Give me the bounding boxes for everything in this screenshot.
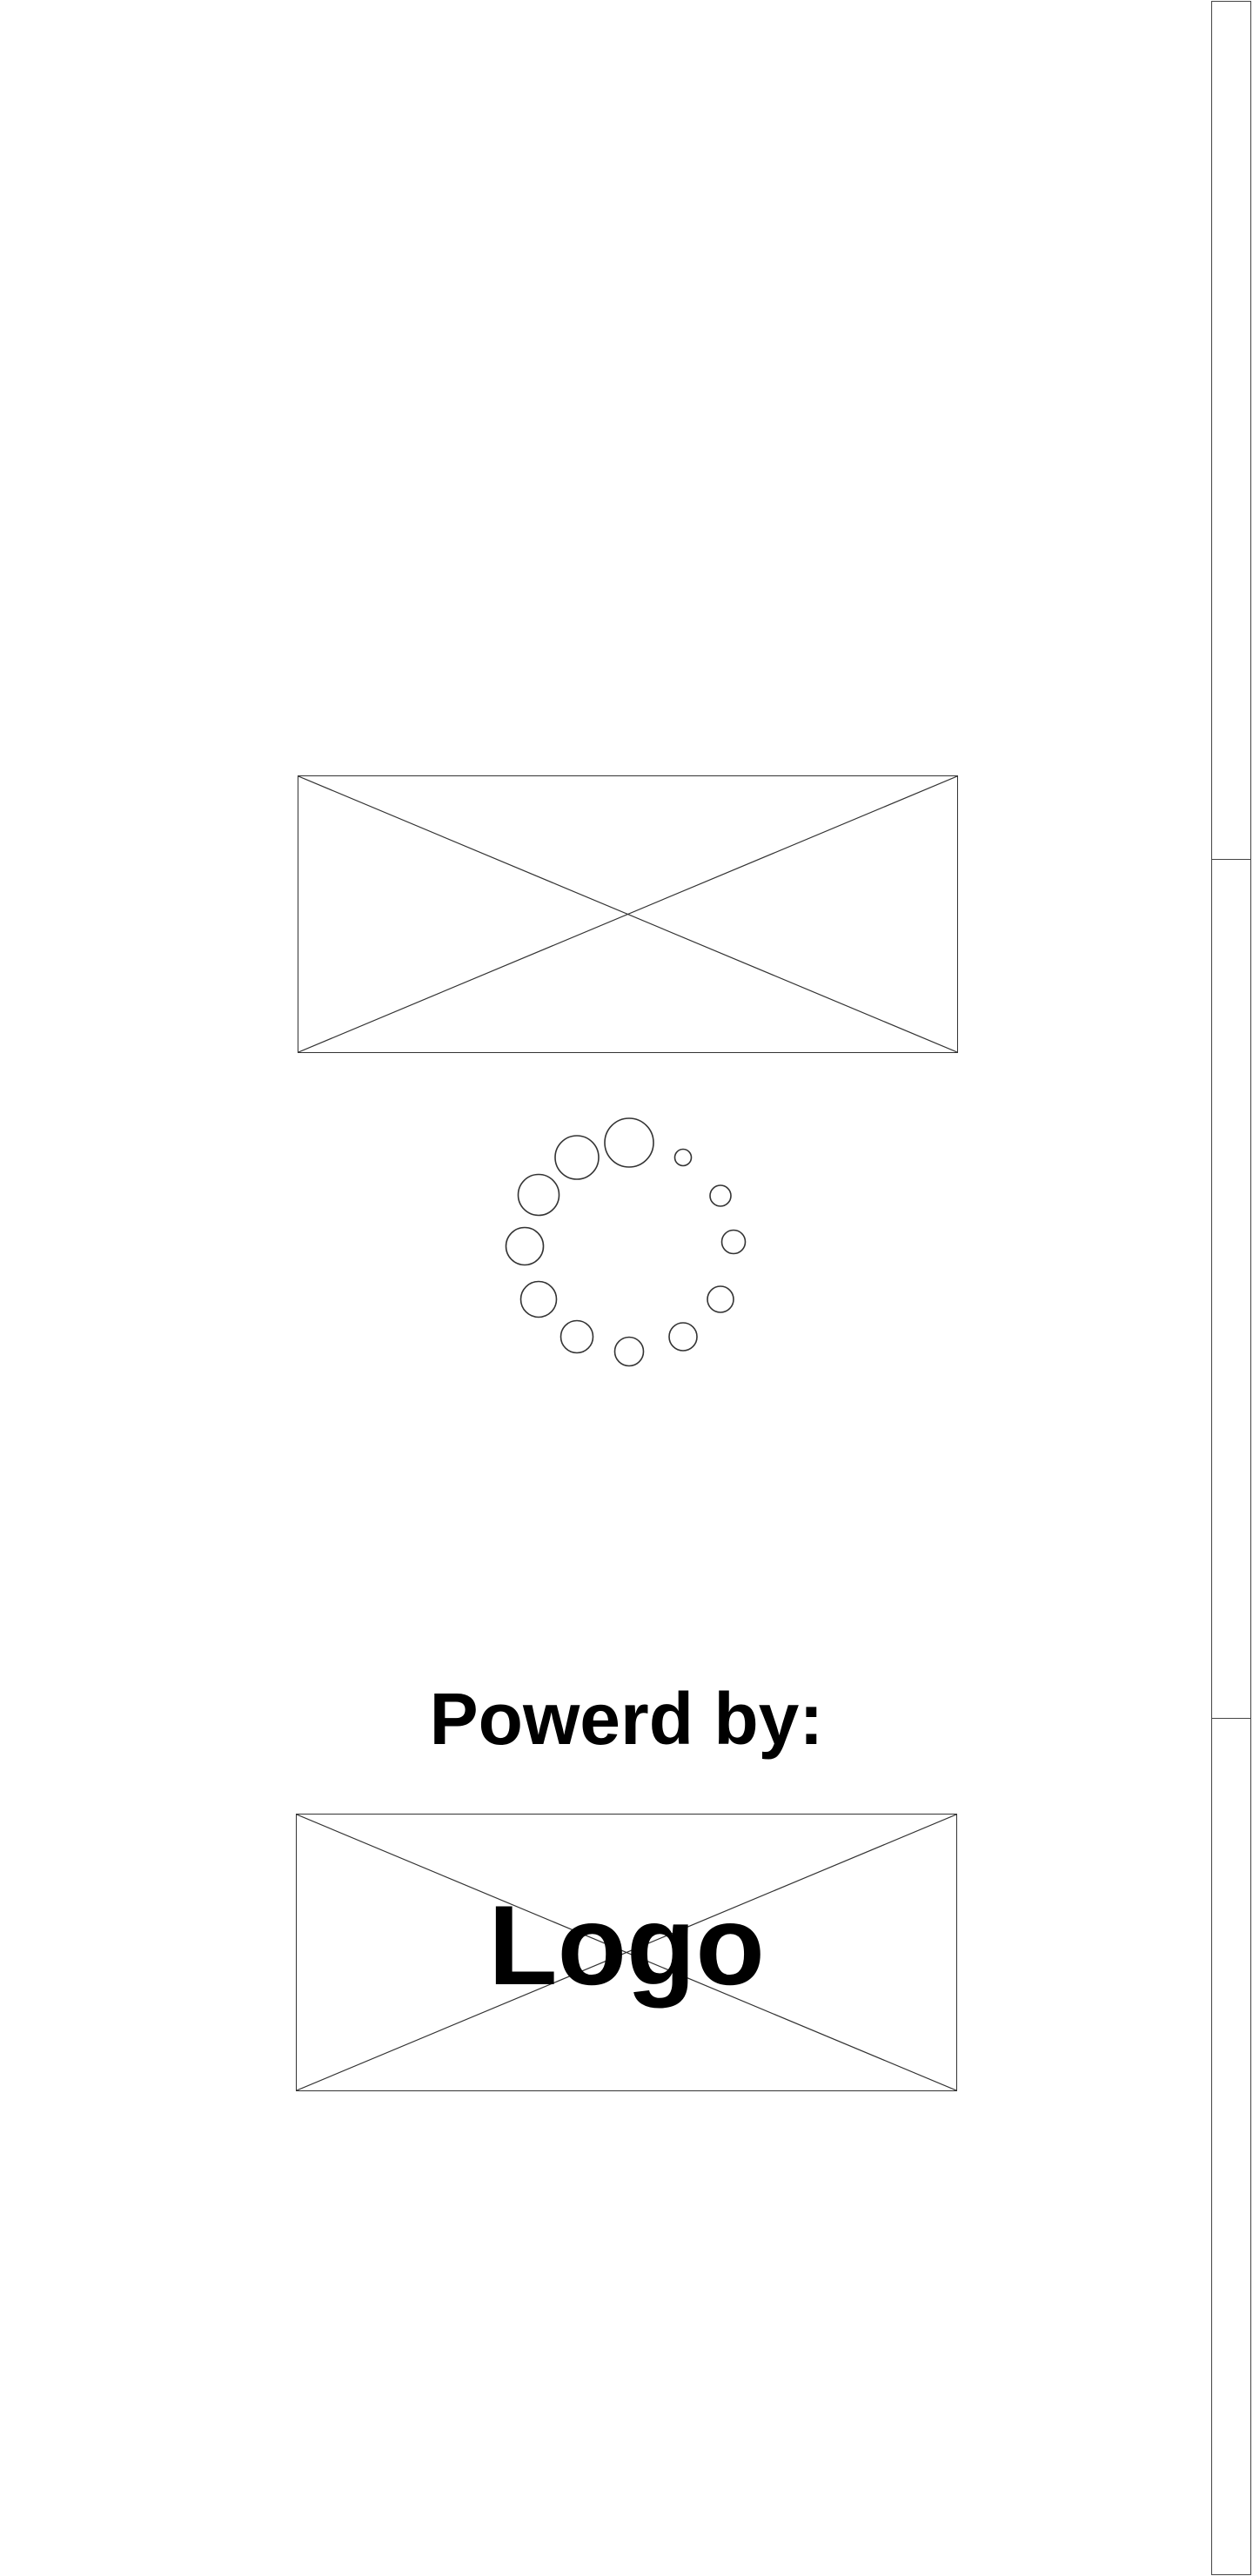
spinner-dot (668, 1322, 698, 1352)
spinner-dot (604, 1117, 654, 1168)
spinner-dot (505, 1226, 545, 1266)
spinner-dot (707, 1285, 734, 1313)
scrollbar-divider (1212, 1718, 1250, 1719)
loading-spinner-icon (505, 1117, 747, 1367)
spinner-dot (673, 1148, 693, 1167)
spinner-dot (709, 1184, 732, 1207)
logo-placeholder: Logo (296, 1814, 957, 2091)
spinner-dot (517, 1173, 560, 1217)
spinner-dot (554, 1135, 600, 1180)
spinner-dot (720, 1229, 747, 1255)
image-placeholder-icon (298, 776, 957, 1052)
spinner-dot (559, 1319, 594, 1354)
spinner-dot (519, 1280, 558, 1318)
scrollbar[interactable] (1211, 1, 1251, 2575)
logo-label: Logo (488, 1882, 765, 2009)
hero-image-placeholder (298, 775, 958, 1053)
powered-by-label: Powerd by: (429, 1678, 824, 1760)
spinner-dot (613, 1336, 645, 1367)
scrollbar-divider (1212, 859, 1250, 860)
